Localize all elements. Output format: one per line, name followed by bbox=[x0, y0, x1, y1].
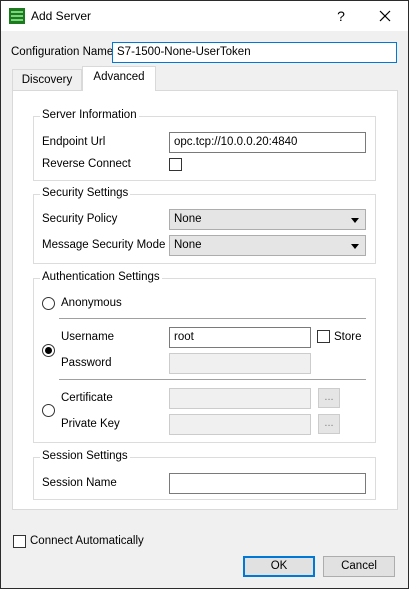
add-server-dialog: Add Server ? Configuration Name S7-1500-… bbox=[0, 0, 409, 589]
security-settings-title: Security Settings bbox=[40, 187, 131, 199]
close-icon bbox=[379, 10, 391, 22]
password-label: Password bbox=[61, 357, 112, 369]
title-bar: Add Server ? bbox=[1, 1, 408, 31]
certificate-label: Certificate bbox=[61, 392, 113, 404]
security-policy-select[interactable]: None bbox=[169, 209, 366, 230]
username-radio[interactable] bbox=[42, 344, 55, 357]
tab-advanced[interactable]: Advanced bbox=[82, 66, 156, 91]
store-label: Store bbox=[334, 331, 362, 343]
private-key-label: Private Key bbox=[61, 418, 120, 430]
endpoint-url-input[interactable]: opc.tcp://10.0.0.20:4840 bbox=[169, 132, 366, 153]
close-button[interactable] bbox=[363, 3, 407, 29]
connect-automatically-label: Connect Automatically bbox=[30, 535, 144, 547]
username-input[interactable]: root bbox=[169, 327, 311, 348]
reverse-connect-checkbox[interactable] bbox=[169, 158, 182, 171]
private-key-browse-button[interactable]: ... bbox=[318, 414, 340, 434]
message-security-mode-select[interactable]: None bbox=[169, 235, 366, 256]
divider bbox=[59, 318, 366, 319]
endpoint-url-label: Endpoint Url bbox=[42, 136, 106, 148]
chevron-down-icon bbox=[351, 244, 359, 249]
configuration-name-label: Configuration Name bbox=[11, 46, 114, 58]
username-label: Username bbox=[61, 331, 115, 343]
ok-button[interactable]: OK bbox=[243, 556, 315, 577]
message-security-mode-label: Message Security Mode bbox=[42, 239, 166, 251]
app-icon bbox=[9, 8, 25, 24]
session-name-input[interactable] bbox=[169, 473, 366, 494]
tab-discovery[interactable]: Discovery bbox=[12, 69, 82, 91]
private-key-input[interactable] bbox=[169, 414, 311, 435]
security-policy-label: Security Policy bbox=[42, 213, 118, 225]
cancel-button[interactable]: Cancel bbox=[323, 556, 395, 577]
chevron-down-icon bbox=[351, 218, 359, 223]
divider bbox=[59, 379, 366, 380]
certificate-input[interactable] bbox=[169, 388, 311, 409]
certificate-browse-button[interactable]: ... bbox=[318, 388, 340, 408]
anonymous-radio[interactable] bbox=[42, 297, 55, 310]
anonymous-label: Anonymous bbox=[61, 297, 122, 309]
reverse-connect-label: Reverse Connect bbox=[42, 158, 131, 170]
session-name-label: Session Name bbox=[42, 477, 117, 489]
authentication-settings-title: Authentication Settings bbox=[40, 271, 162, 283]
store-checkbox[interactable] bbox=[317, 330, 330, 343]
server-information-title: Server Information bbox=[40, 109, 139, 121]
window-title: Add Server bbox=[31, 9, 92, 23]
message-security-mode-value: None bbox=[174, 239, 202, 251]
connect-automatically-checkbox[interactable] bbox=[13, 535, 26, 548]
password-input[interactable] bbox=[169, 353, 311, 374]
configuration-name-input[interactable]: S7-1500-None-UserToken bbox=[112, 42, 397, 63]
certificate-radio[interactable] bbox=[42, 404, 55, 417]
session-settings-title: Session Settings bbox=[40, 450, 130, 462]
security-policy-value: None bbox=[174, 213, 202, 225]
help-button[interactable]: ? bbox=[327, 3, 355, 29]
